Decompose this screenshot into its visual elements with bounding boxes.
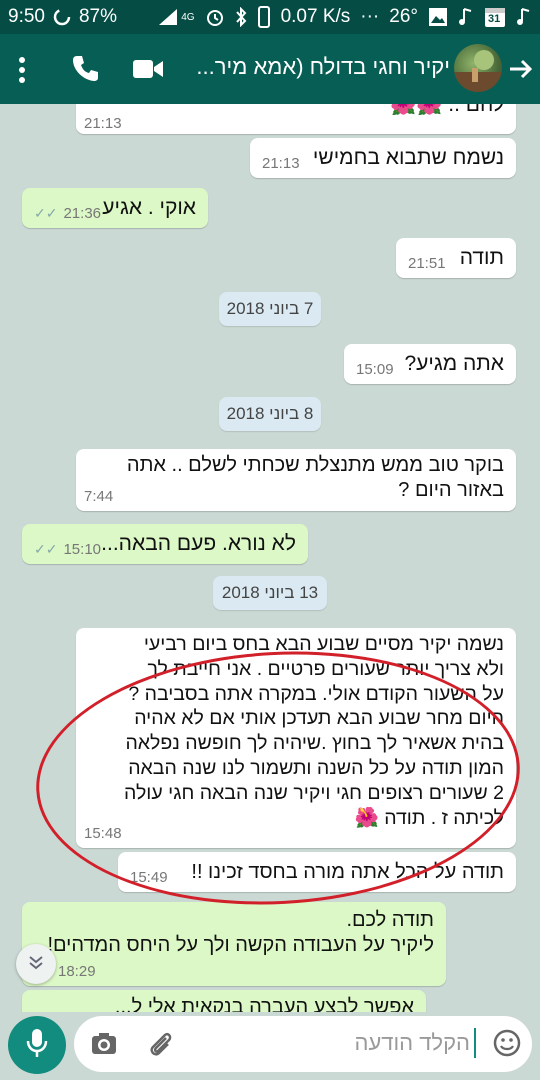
bluetooth-icon bbox=[235, 7, 247, 27]
message-bubble-incoming[interactable]: בוקר טוב ממש מתנצלת שכחתי לשלם .. אתה בא… bbox=[76, 449, 516, 511]
message-time: 7:44 bbox=[84, 488, 114, 505]
phone-icon[interactable] bbox=[70, 53, 100, 83]
message-time: 21:13 bbox=[84, 115, 122, 132]
message-bubble-incoming[interactable]: להם .. 🌺🌺 21:13 bbox=[76, 104, 516, 134]
message-bubble-incoming[interactable]: תודה על הכל אתה מורה בחסד זכינו !! 15:49 bbox=[118, 852, 516, 892]
mic-button[interactable] bbox=[8, 1016, 66, 1074]
music-note-icon-2 bbox=[516, 7, 532, 27]
more-notifications: ··· bbox=[360, 6, 380, 27]
message-text: תודה על הכל אתה מורה בחסד זכינו !! bbox=[191, 861, 504, 883]
date-divider: 8 ביוני 2018 bbox=[219, 397, 321, 431]
camera-icon[interactable] bbox=[90, 1030, 118, 1058]
emoji-icon[interactable] bbox=[492, 1028, 522, 1058]
message-input[interactable]: הקלד הודעה bbox=[74, 1016, 532, 1072]
status-time: 9:50 bbox=[8, 6, 45, 27]
music-note-icon bbox=[458, 7, 474, 27]
message-text: אוקי . אגיע bbox=[102, 196, 196, 219]
mic-icon bbox=[25, 1027, 49, 1063]
contact-name[interactable]: יקיר וחגי בדולח (אמא מיר... bbox=[150, 54, 450, 80]
avatar[interactable] bbox=[454, 44, 502, 92]
message-text: בוקר טוב ממש מתנצלת שכחתי לשלם .. אתה בא… bbox=[126, 454, 504, 501]
phone-vibrate-icon bbox=[257, 6, 271, 28]
message-text: לא נורא. פעם הבאה... bbox=[101, 532, 296, 555]
message-placeholder: הקלד הודעה bbox=[354, 1030, 470, 1055]
composer: הקלד הודעה bbox=[0, 1012, 540, 1080]
chat-header: יקיר וחגי בדולח (אמא מיר... bbox=[0, 34, 540, 104]
chevron-double-down-icon bbox=[26, 952, 46, 977]
message-bubble-incoming[interactable]: תודה 21:51 bbox=[396, 238, 516, 278]
message-text: תודה bbox=[459, 246, 504, 269]
status-bar: 9:50 87% 4G 0.07 K/s ··· 26° 31 bbox=[0, 0, 540, 34]
message-bubble-outgoing[interactable]: לא נורא. פעם הבאה... ✓✓ 15:10 bbox=[22, 524, 308, 564]
back-arrow-icon[interactable] bbox=[506, 54, 534, 84]
message-text: אפשר לבצע העברה בנקאית אלי ל... bbox=[114, 996, 414, 1014]
message-bubble-outgoing[interactable]: תודה לכם. ליקיר על העבודה הקשה ולך על הי… bbox=[22, 902, 446, 986]
message-time: 15:48 bbox=[84, 825, 122, 842]
signal-icon bbox=[157, 7, 179, 27]
message-time: 15:49 bbox=[130, 869, 168, 886]
message-time: 21:13 bbox=[262, 155, 300, 172]
message-text: תודה לכם. ליקיר על העבודה הקשה ולך על הי… bbox=[47, 909, 434, 956]
scroll-to-bottom-button[interactable] bbox=[16, 944, 56, 984]
message-bubble-outgoing[interactable]: אפשר לבצע העברה בנקאית אלי ל... bbox=[22, 990, 426, 1014]
message-time: 18:29 bbox=[58, 963, 96, 980]
message-time: ✓✓ 15:10 bbox=[34, 541, 102, 558]
attach-icon[interactable] bbox=[144, 1028, 176, 1060]
message-bubble-incoming[interactable]: נשמח שתבוא בחמישי 21:13 bbox=[250, 138, 516, 178]
message-text: להם .. 🌺🌺 bbox=[390, 104, 504, 116]
calendar-icon: 31 bbox=[484, 6, 506, 28]
message-time: 15:09 bbox=[356, 361, 394, 378]
alarm-icon bbox=[205, 7, 225, 27]
message-text: נשמח שתבוא בחמישי bbox=[312, 146, 504, 169]
sync-icon bbox=[53, 8, 71, 26]
message-bubble-outgoing[interactable]: אוקי . אגיע ✓✓ 21:36 bbox=[22, 188, 208, 228]
battery-percent: 87% bbox=[78, 6, 118, 27]
message-bubble-incoming[interactable]: נשמה יקיר מסיים שבוע הבא בחס ביום רביעי … bbox=[76, 628, 516, 848]
message-text: נשמה יקיר מסיים שבוע הבא בחס ביום רביעי … bbox=[124, 633, 504, 829]
read-ticks-icon: ✓✓ bbox=[34, 205, 58, 221]
calendar-day: 31 bbox=[488, 13, 501, 25]
image-icon bbox=[428, 7, 448, 27]
network-type: 4G bbox=[181, 11, 195, 23]
more-vert-icon[interactable] bbox=[14, 54, 30, 86]
text-caret bbox=[474, 1028, 476, 1058]
temperature: 26° bbox=[389, 6, 418, 27]
message-time: 21:51 bbox=[408, 255, 446, 272]
network-speed: 0.07 K/s bbox=[280, 6, 351, 27]
read-ticks-icon: ✓✓ bbox=[34, 541, 58, 557]
message-time: ✓✓ 21:36 bbox=[34, 205, 102, 222]
message-list[interactable]: להם .. 🌺🌺 21:13 נשמח שתבוא בחמישי 21:13 … bbox=[0, 104, 540, 1014]
date-divider: 7 ביוני 2018 bbox=[219, 292, 321, 326]
message-bubble-incoming[interactable]: אתה מגיע? 15:09 bbox=[344, 344, 516, 384]
message-text: אתה מגיע? bbox=[404, 352, 504, 375]
date-divider: 13 ביוני 2018 bbox=[213, 576, 327, 610]
